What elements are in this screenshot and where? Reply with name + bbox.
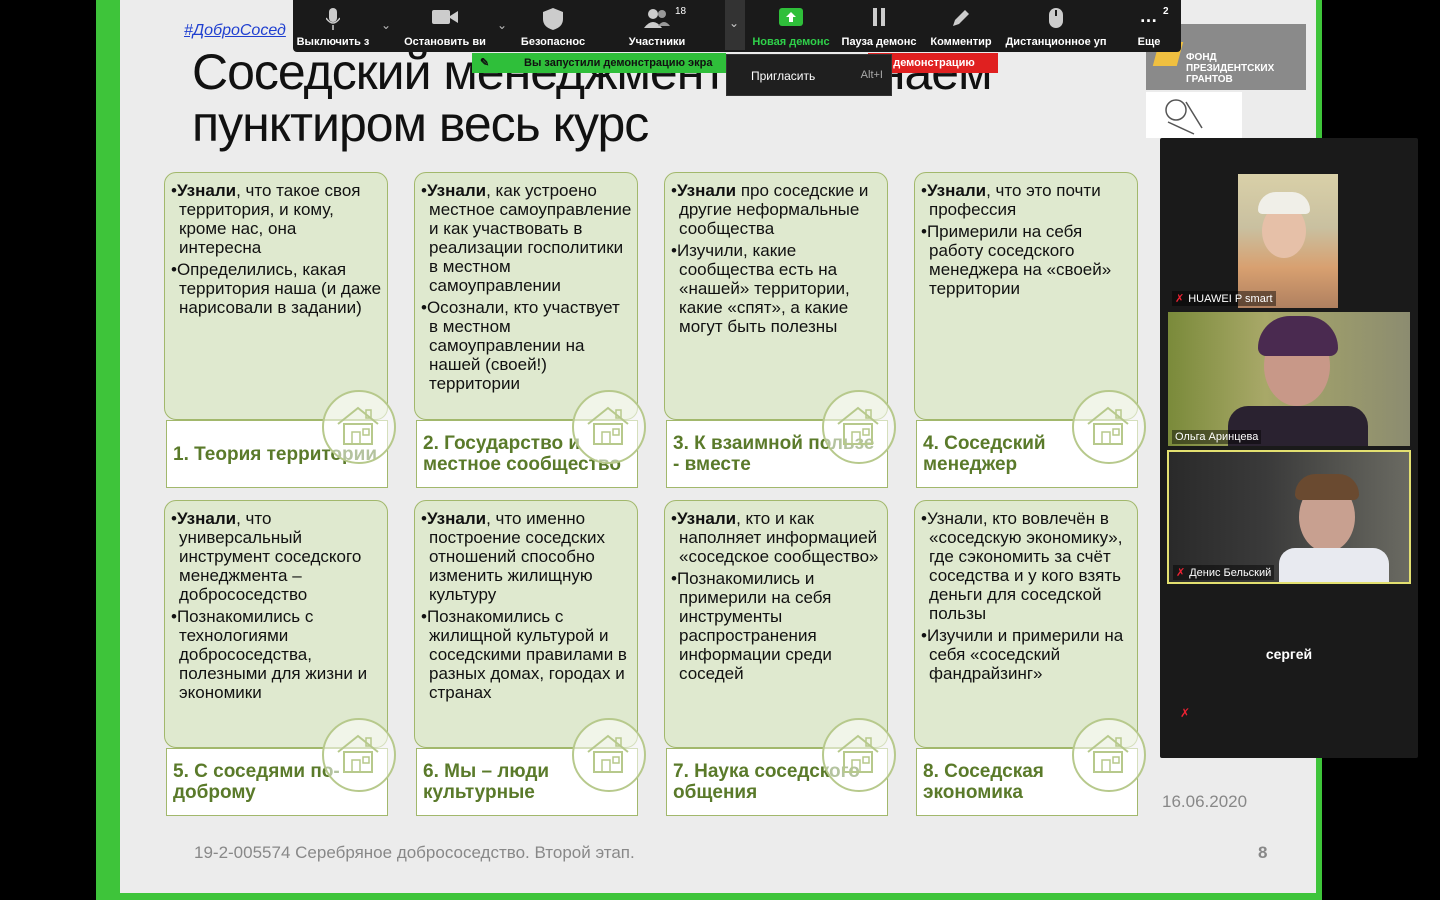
more-dots-icon: …: [1139, 6, 1159, 26]
module-bullet: •Познакомились с технологиями добрососед…: [171, 607, 368, 702]
house-icon: [822, 718, 896, 792]
module-card: •Узнали, что именно построение соседских…: [414, 500, 646, 816]
module-card-body: •Узнали, что именно построение соседских…: [414, 500, 638, 748]
module-card: •Узнали, что универсальный инструмент со…: [164, 500, 396, 816]
invite-menu-item[interactable]: Пригласить: [751, 69, 815, 83]
slide-page-number: 8: [1258, 843, 1268, 862]
house-icon: [322, 718, 396, 792]
module-card-text: •Узнали про соседские и другие неформаль…: [671, 181, 883, 339]
module-bullet: •Узнали, как устроено местное самоуправл…: [421, 181, 632, 295]
module-bullet: •Определились, какая территория наша (и …: [171, 260, 382, 317]
participant-name: ✗ Денис Бельский: [1173, 565, 1275, 580]
video-gallery-panel: ✗ HUAWEI P smart Ольга Аринцева ✗ Денис Бе…: [1160, 138, 1418, 758]
module-card-text: •Узнали, что такое своя территория, и ко…: [171, 181, 383, 320]
participant-tile-sergey[interactable]: сергей ✗: [1168, 588, 1410, 728]
house-icon: [322, 390, 396, 464]
module-bullet: •Узнали, кто и как наполняет информацией…: [671, 509, 879, 566]
module-card: •Узнали, кто и как наполняет информацией…: [664, 500, 896, 816]
participant-video: [1168, 312, 1410, 446]
module-bullet: •Примерили на себя работу соседского мен…: [921, 222, 1112, 298]
house-icon: [572, 390, 646, 464]
module-bullet: •Узнали, что это почти профессия: [921, 181, 1101, 219]
microphone-icon: [326, 8, 340, 30]
participant-tile-olga[interactable]: Ольга Аринцева: [1168, 312, 1410, 446]
participant-video: [1238, 174, 1338, 308]
module-card: •Узнали, как устроено местное самоуправл…: [414, 172, 646, 488]
house-icon: [572, 718, 646, 792]
module-card: •Узнали, что такое своя территория, и ко…: [164, 172, 396, 488]
share-notice-icon: ✎: [480, 57, 490, 69]
participants-icon: [644, 9, 670, 28]
shield-icon: [543, 8, 563, 30]
pencil-icon: [953, 10, 969, 26]
muted-mic-icon: ✗: [1180, 706, 1191, 720]
module-card-text: •Узнали, кто вовлечён в «соседскую эконо…: [921, 509, 1133, 686]
module-bullet: •Изучили и примерили на себя «соседский …: [921, 626, 1124, 683]
module-bullet: •Познакомились и примерили на себя инстр…: [671, 569, 832, 683]
pause-share-button[interactable]: Пауза демонс: [839, 0, 919, 52]
module-card-body: •Узнали, кто вовлечён в «соседскую эконо…: [914, 500, 1138, 748]
new-share-button[interactable]: Новая демонс: [749, 0, 833, 52]
participant-tile-huawei[interactable]: ✗ HUAWEI P smart: [1168, 174, 1410, 308]
module-card: •Узнали, что это почти профессия •Примери…: [914, 172, 1146, 488]
hashtag-link[interactable]: #ДоброСосед: [184, 22, 286, 40]
module-card-text: •Узнали, что универсальный инструмент со…: [171, 509, 383, 705]
house-icon: [822, 390, 896, 464]
module-bullet: •Узнали, что такое своя территория, и ко…: [171, 181, 361, 257]
module-card-body: •Узнали, как устроено местное самоуправл…: [414, 172, 638, 420]
logo-text: ФОНД ПРЕЗИДЕНТСКИХ ГРАНТОВ: [1186, 52, 1275, 85]
annotate-button[interactable]: Комментир: [925, 0, 997, 52]
slide-date: 16.06.2020: [1162, 792, 1248, 811]
video-camera-icon: [432, 10, 458, 24]
module-card-body: •Узнали, что универсальный инструмент со…: [164, 500, 388, 748]
more-button[interactable]: … 2 Еще: [1119, 0, 1179, 52]
muted-mic-icon: ✗: [1176, 567, 1186, 579]
module-card-body: •Узнали, что это почти профессия •Примери…: [914, 172, 1138, 420]
module-card-body: •Узнали про соседские и другие неформаль…: [664, 172, 888, 420]
invite-shortcut: Alt+I: [860, 69, 883, 81]
mouse-icon: [1049, 8, 1063, 28]
house-icon: [1072, 390, 1146, 464]
participant-video: [1169, 452, 1409, 582]
module-card-text: •Узнали, что это почти профессия •Примери…: [921, 181, 1133, 301]
participants-options-chevron-icon[interactable]: ⌄: [725, 0, 745, 50]
module-bullet: •Узнали, кто вовлечён в «соседскую эконо…: [921, 509, 1123, 623]
presentation-slide: #ДоброСосед Соседский менеджмент – xxчин…: [120, 0, 1316, 893]
audio-options-chevron-icon[interactable]: ⌄: [381, 18, 391, 32]
security-button[interactable]: Безопаснос: [515, 0, 591, 52]
module-card-body: •Узнали, что такое своя территория, и ко…: [164, 172, 388, 420]
module-card-text: •Узнали, как устроено местное самоуправл…: [421, 181, 633, 396]
mute-button[interactable]: Выключить з: [293, 0, 373, 52]
video-options-chevron-icon[interactable]: ⌄: [497, 18, 507, 32]
module-bullet: •Осознали, кто участвует в местном самоу…: [421, 298, 620, 393]
participants-dropdown-menu: Пригласить Alt+I: [726, 54, 892, 96]
participant-tile-denis[interactable]: ✗ Денис Бельский: [1167, 450, 1411, 584]
module-card-text: •Узнали, кто и как наполняет информацией…: [671, 509, 883, 686]
muted-mic-icon: ✗: [1175, 293, 1185, 305]
participants-button[interactable]: 18 Участники: [615, 0, 699, 52]
module-card-text: •Узнали, что именно построение соседских…: [421, 509, 633, 705]
module-card-body: •Узнали, кто и как наполняет информацией…: [664, 500, 888, 748]
sketch-image: [1146, 92, 1242, 138]
module-bullet: •Познакомились с жилищной культурой и со…: [421, 607, 627, 702]
stop-video-button[interactable]: Остановить ви: [397, 0, 493, 52]
participant-name: сергей: [1265, 646, 1313, 662]
remote-control-button[interactable]: Дистанционное уп: [1003, 0, 1109, 52]
meeting-toolbar: Выключить з ⌄ Остановить ви ⌄ Безопаснос…: [293, 0, 1181, 52]
participants-count: 18: [675, 6, 687, 17]
participant-name: Ольга Аринцева: [1172, 430, 1262, 444]
module-bullet: •Узнали про соседские и другие неформаль…: [671, 181, 869, 238]
sharing-notice: ✎ Вы запустили демонстрацию экра: [472, 53, 726, 73]
module-bullet: •Узнали, что универсальный инструмент со…: [171, 509, 362, 604]
slide-footer: 19-2-005574 Серебряное добрососедство. В…: [194, 843, 635, 862]
module-bullet: •Узнали, что именно построение соседских…: [421, 509, 605, 604]
participant-name: ✗ HUAWEI P smart: [1172, 291, 1276, 306]
more-badge: 2: [1163, 6, 1169, 17]
module-card: •Узнали, кто вовлечён в «соседскую эконо…: [914, 500, 1146, 816]
house-icon: [1072, 718, 1146, 792]
pause-icon: [873, 8, 885, 26]
share-screen-icon: [779, 8, 803, 26]
module-bullet: •Изучили, какие сообщества есть на «наше…: [671, 241, 850, 336]
module-card: •Узнали про соседские и другие неформаль…: [664, 172, 896, 488]
